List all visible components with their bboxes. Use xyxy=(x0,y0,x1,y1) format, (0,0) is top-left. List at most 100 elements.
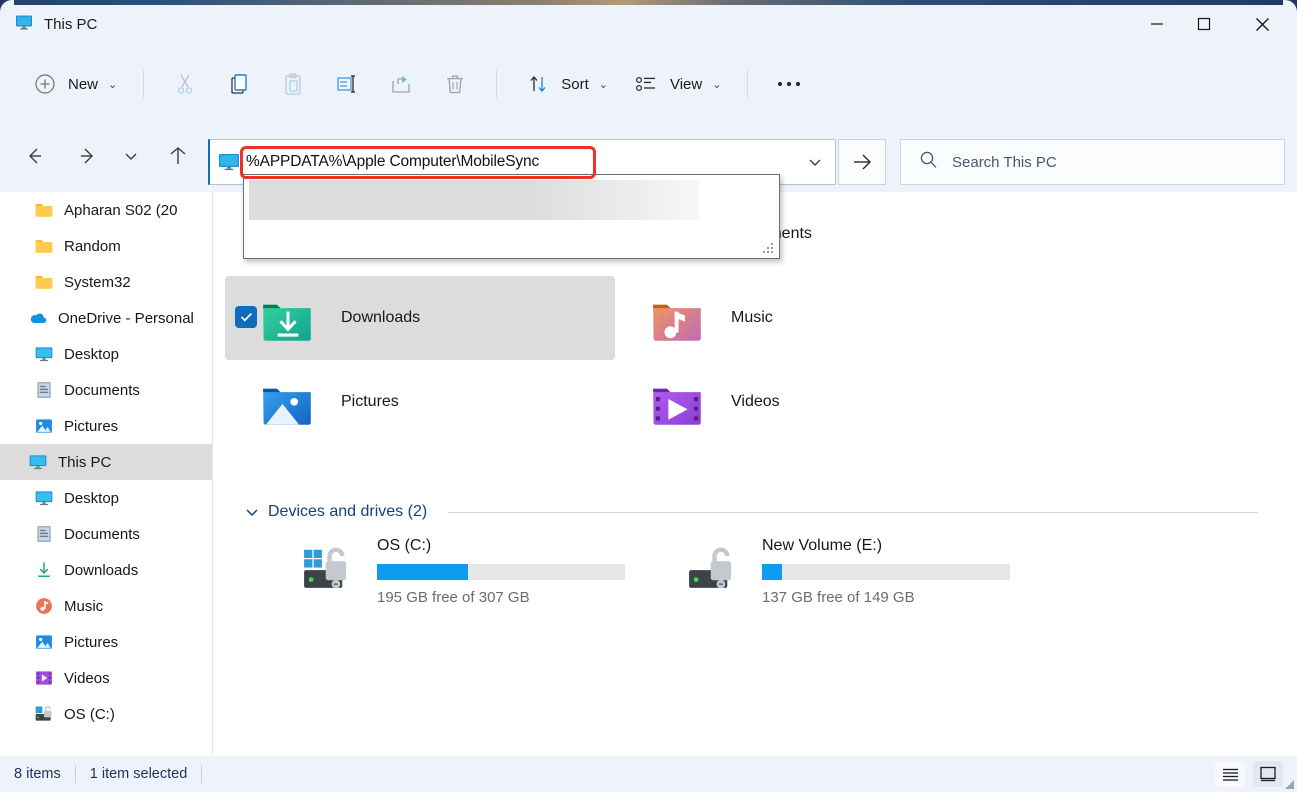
sidebar-item-label: Pictures xyxy=(64,634,118,651)
documents-icon xyxy=(34,524,54,544)
sidebar-item-downloads[interactable]: Downloads xyxy=(0,552,212,588)
up-button[interactable] xyxy=(158,136,198,176)
videos-icon xyxy=(34,668,54,688)
sort-button-label: Sort xyxy=(561,76,589,93)
view-button-label: View xyxy=(670,76,702,93)
address-dropdown-chevron-icon[interactable] xyxy=(795,140,835,184)
view-toggle-group xyxy=(1215,756,1283,792)
folder-tile-label: Music xyxy=(731,309,773,327)
sort-icon xyxy=(523,69,553,99)
folder-tile-label: Downloads xyxy=(341,309,420,327)
downloads-icon xyxy=(34,560,54,580)
this-pc-icon xyxy=(14,12,34,37)
sort-button[interactable]: Sort ⌄ xyxy=(511,64,620,104)
maximize-button[interactable] xyxy=(1180,0,1227,48)
drive-capacity-bar xyxy=(377,564,625,580)
navigation-pane: Apharan S02 (20 Random System32OneDrive … xyxy=(0,192,212,756)
back-button[interactable] xyxy=(14,136,54,176)
drive-capacity-fill xyxy=(377,564,468,580)
drive-tile-new-volume-e[interactable]: New Volume (E:)137 GB free of 149 GB xyxy=(680,537,1010,606)
sidebar-item-documents[interactable]: Documents xyxy=(0,516,212,552)
toolbar-separator-3 xyxy=(747,70,748,98)
cut-button[interactable] xyxy=(158,64,212,104)
window-corner-left xyxy=(0,0,14,14)
folder-tile-music[interactable]: Music xyxy=(615,276,1005,360)
minimize-button[interactable] xyxy=(1133,0,1180,48)
sidebar-item-desktop[interactable]: Desktop xyxy=(0,480,212,516)
copy-icon xyxy=(224,69,254,99)
status-bar: 8 items 1 item selected xyxy=(0,756,1297,792)
sidebar-item-random[interactable]: Random xyxy=(0,228,212,264)
sidebar-item-label: Downloads xyxy=(64,562,138,579)
selection-checkbox[interactable] xyxy=(235,306,257,328)
windows-drive-icon xyxy=(295,537,359,593)
folder-tile-label: Pictures xyxy=(341,393,399,411)
drive-tile-os-c[interactable]: OS (C:)195 GB free of 307 GB xyxy=(295,537,625,606)
command-toolbar: New ⌄ xyxy=(0,48,1297,120)
sidebar-item-apharan-s02-20[interactable]: Apharan S02 (20 xyxy=(0,192,212,228)
desktop-icon xyxy=(34,344,54,364)
window-controls xyxy=(1133,0,1297,48)
pictures-icon xyxy=(34,632,54,652)
sidebar-item-pictures[interactable]: Pictures xyxy=(0,408,212,444)
delete-button[interactable] xyxy=(428,64,482,104)
sidebar-item-this-pc[interactable]: This PC xyxy=(0,444,212,480)
sidebar-item-system32[interactable]: System32 xyxy=(0,264,212,300)
sidebar-list: Apharan S02 (20 Random System32OneDrive … xyxy=(0,192,212,732)
desktop-icon xyxy=(34,488,54,508)
sidebar-item-onedrive-personal[interactable]: OneDrive - Personal xyxy=(0,300,212,336)
rename-button[interactable] xyxy=(320,64,374,104)
music-folder-icon xyxy=(647,290,709,346)
copy-button[interactable] xyxy=(212,64,266,104)
recent-locations-button[interactable] xyxy=(114,136,148,176)
drive-name: OS (C:) xyxy=(377,537,625,555)
share-button[interactable] xyxy=(374,64,428,104)
toolbar-separator-2 xyxy=(496,70,497,98)
search-box[interactable]: Search This PC xyxy=(900,139,1285,185)
folder-icon xyxy=(34,236,54,256)
search-placeholder: Search This PC xyxy=(952,154,1057,171)
chevron-down-icon: ⌄ xyxy=(599,78,608,91)
new-button[interactable]: New ⌄ xyxy=(18,64,129,104)
drive-free-space-text: 137 GB free of 149 GB xyxy=(762,589,1010,606)
resize-grip-icon[interactable] xyxy=(763,243,775,255)
address-input[interactable] xyxy=(246,153,795,171)
forward-button[interactable] xyxy=(68,136,108,176)
devices-section-title: Devices and drives (2) xyxy=(268,503,427,521)
new-button-label: New xyxy=(68,76,98,93)
chevron-down-icon[interactable] xyxy=(245,505,259,520)
chevron-down-icon: ⌄ xyxy=(108,78,117,91)
large-icons-view-button[interactable] xyxy=(1253,761,1283,787)
view-list-icon xyxy=(632,69,662,99)
autocomplete-suggestion-item[interactable] xyxy=(249,180,699,220)
share-icon xyxy=(386,69,416,99)
go-button[interactable] xyxy=(838,139,886,185)
sidebar-item-documents[interactable]: Documents xyxy=(0,372,212,408)
window-top-edge xyxy=(0,0,1297,5)
onedrive-icon xyxy=(28,308,48,328)
see-more-button[interactable] xyxy=(762,64,816,104)
sidebar-item-label: Videos xyxy=(64,670,110,687)
this-pc-icon xyxy=(28,452,48,472)
trash-icon xyxy=(440,69,470,99)
details-view-button[interactable] xyxy=(1215,761,1245,787)
section-rule xyxy=(448,512,1258,513)
drive-capacity-fill xyxy=(762,564,782,580)
sidebar-item-pictures[interactable]: Pictures xyxy=(0,624,212,660)
devices-section-header[interactable]: Devices and drives (2) xyxy=(245,503,1258,521)
folder-tile-pictures[interactable]: Pictures xyxy=(225,360,615,444)
paste-button[interactable] xyxy=(266,64,320,104)
sidebar-item-os-c[interactable]: OS (C:) xyxy=(0,696,212,732)
toolbar-separator xyxy=(143,70,144,98)
sidebar-item-label: Desktop xyxy=(64,346,119,363)
address-autocomplete-dropdown[interactable] xyxy=(243,174,780,259)
sidebar-item-videos[interactable]: Videos xyxy=(0,660,212,696)
folder-tile-videos[interactable]: Videos xyxy=(615,360,1005,444)
window-resize-grip[interactable] xyxy=(1281,776,1295,790)
plus-circle-icon xyxy=(30,69,60,99)
sidebar-item-desktop[interactable]: Desktop xyxy=(0,336,212,372)
rename-icon xyxy=(332,69,362,99)
view-button[interactable]: View ⌄ xyxy=(620,64,733,104)
folder-tile-downloads[interactable]: Downloads xyxy=(225,276,615,360)
sidebar-item-music[interactable]: Music xyxy=(0,588,212,624)
